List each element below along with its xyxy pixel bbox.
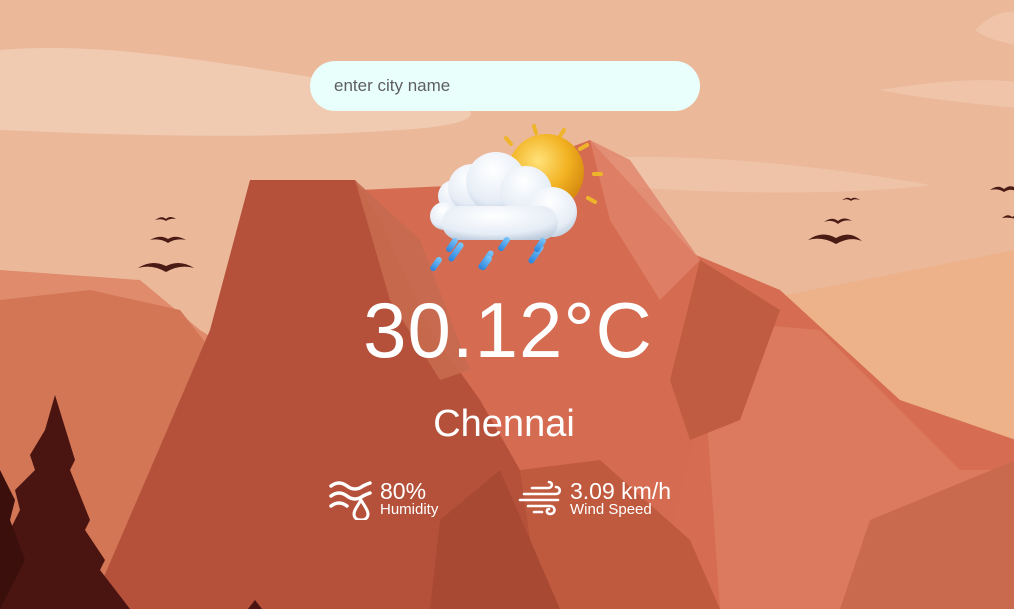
humidity-icon	[329, 481, 372, 520]
humidity-label: Humidity	[380, 501, 439, 518]
wind-icon	[518, 480, 562, 516]
city-name: Chennai	[433, 403, 575, 445]
sun-behind-rain-cloud-icon	[430, 124, 603, 272]
temperature-readout: 30.12°C	[363, 286, 653, 374]
city-search-input[interactable]	[310, 61, 700, 111]
wind-speed-label: Wind Speed	[570, 501, 652, 518]
